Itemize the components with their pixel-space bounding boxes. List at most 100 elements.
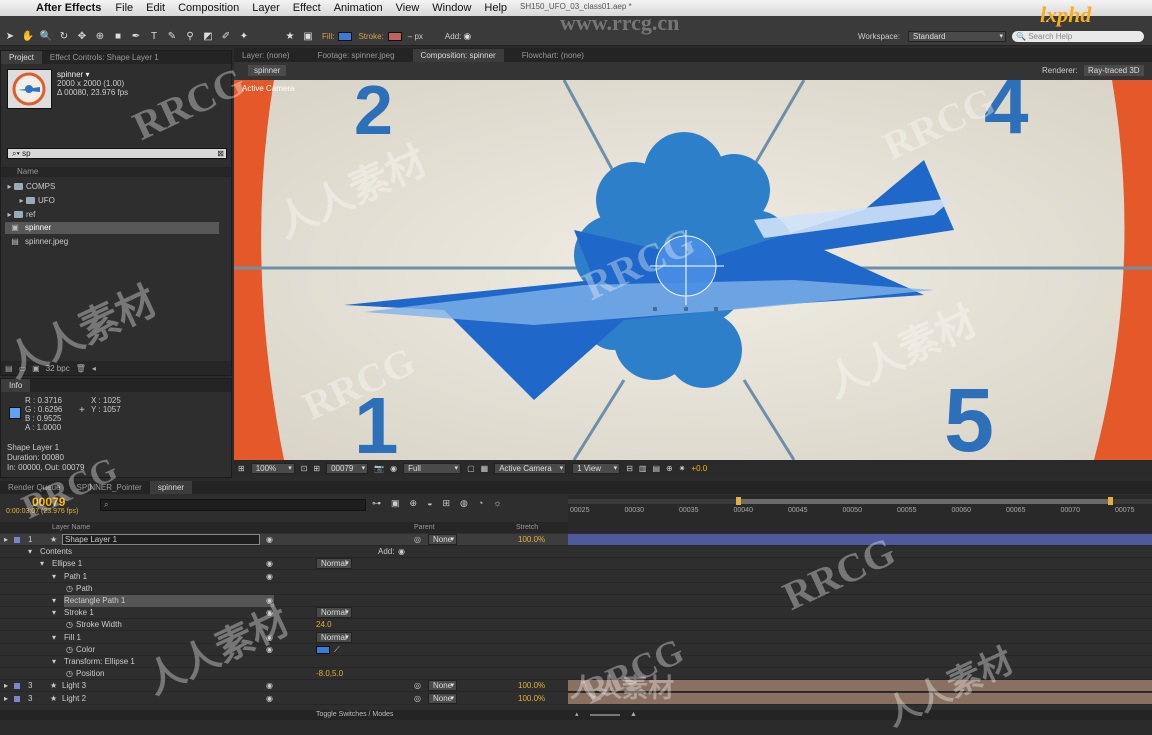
- zoom-tool-icon[interactable]: 🔍: [38, 30, 54, 44]
- work-area-end-handle[interactable]: [1108, 497, 1113, 505]
- parent-dropdown[interactable]: None: [428, 692, 458, 704]
- expand-arrow-icon[interactable]: ▸: [17, 195, 26, 207]
- brainstorm-icon[interactable]: ☼: [493, 498, 501, 509]
- flowchart-icon[interactable]: ⊕: [666, 464, 673, 473]
- visibility-eye-icon[interactable]: ◉: [266, 595, 273, 607]
- timeline-track[interactable]: [568, 692, 1152, 705]
- roto-brush-tool-icon[interactable]: ✐: [218, 30, 234, 44]
- time-ruler[interactable]: 00025 00030 00035 00040 00045 00050 00055 00060…: [568, 495, 1152, 533]
- tab-footage[interactable]: Footage: spinner.jpeg: [310, 49, 403, 62]
- clone-stamp-tool-icon[interactable]: ⚲: [182, 30, 198, 44]
- frame-blending-icon[interactable]: ⊞: [443, 498, 451, 509]
- timeline-track[interactable]: [568, 558, 1152, 571]
- stroke-width-value[interactable]: – px: [408, 32, 423, 41]
- row-label[interactable]: Shape Layer 1: [62, 534, 260, 545]
- property-row[interactable]: ▾ Stroke 1 ◉ Normal: [0, 607, 568, 620]
- menu-composition[interactable]: Composition: [178, 2, 239, 14]
- row-label[interactable]: Light 3: [62, 680, 86, 692]
- timeline-track[interactable]: [568, 643, 1152, 656]
- trash-icon[interactable]: 🗑: [76, 364, 86, 373]
- layer-row[interactable]: ▸ 3 ★ Light 2 ◉ ◎ None 100.0%: [0, 692, 568, 705]
- expand-arrow-icon[interactable]: ▾: [52, 571, 56, 583]
- work-area-range[interactable]: [738, 499, 1110, 504]
- menu-window[interactable]: Window: [432, 2, 471, 14]
- blend-mode-dropdown[interactable]: Normal: [316, 558, 352, 570]
- timeline-track[interactable]: [568, 619, 1152, 632]
- row-label[interactable]: Position: [76, 668, 104, 680]
- always-preview-icon[interactable]: ⊞: [238, 464, 245, 473]
- expand-arrow-icon[interactable]: ▾: [28, 546, 32, 558]
- exposure-value[interactable]: +0.0: [691, 464, 707, 473]
- rotate-tool-icon[interactable]: ↻: [56, 30, 72, 44]
- tab-info[interactable]: Info: [1, 379, 31, 392]
- property-row[interactable]: ▾ Ellipse 1 ◉ Normal: [0, 558, 568, 571]
- row-label[interactable]: Light 2: [62, 693, 86, 705]
- project-search-value[interactable]: sp: [22, 149, 30, 158]
- row-label[interactable]: Path: [76, 583, 92, 595]
- row-label[interactable]: Rectangle Path 1: [64, 595, 274, 607]
- zoom-out-icon[interactable]: ▴: [575, 710, 579, 720]
- renderer-dropdown[interactable]: Ray-traced 3D: [1084, 65, 1144, 76]
- parent-dropdown[interactable]: None: [428, 680, 458, 692]
- tab-layer[interactable]: Layer: (none): [234, 49, 298, 62]
- timeline-track[interactable]: [568, 607, 1152, 620]
- expand-arrow-icon[interactable]: ▸: [4, 693, 8, 705]
- transparency-grid-icon[interactable]: ▦: [481, 464, 489, 473]
- visibility-eye-icon[interactable]: ◉: [266, 607, 273, 619]
- property-row[interactable]: ▾ Transform: Ellipse 1: [0, 656, 568, 668]
- project-item-selected[interactable]: ▣ spinner: [5, 222, 219, 234]
- menu-effect[interactable]: Effect: [293, 2, 321, 14]
- property-row[interactable]: ▾ Path 1 ◉: [0, 571, 568, 583]
- comp-subtab[interactable]: spinner: [248, 65, 287, 76]
- visibility-eye-icon[interactable]: ◉: [266, 571, 273, 583]
- color-swatch[interactable]: [316, 645, 330, 654]
- row-label[interactable]: Transform: Ellipse 1: [64, 656, 135, 668]
- toggle-switches-modes-button[interactable]: Toggle Switches / Modes: [316, 710, 393, 720]
- expand-arrow-icon[interactable]: ▾: [52, 595, 56, 607]
- timeline-track[interactable]: [568, 546, 1152, 559]
- expand-arrow-icon[interactable]: ▸: [5, 209, 14, 221]
- draft-3d-icon[interactable]: ▣: [391, 498, 400, 509]
- menu-layer[interactable]: Layer: [252, 2, 280, 14]
- tab-flowchart[interactable]: Flowchart: (none): [514, 49, 592, 62]
- row-label[interactable]: Fill 1: [64, 632, 81, 644]
- selection-tool-icon[interactable]: ➤: [2, 30, 18, 44]
- menu-edit[interactable]: Edit: [146, 2, 165, 14]
- timeline-zoom-slider[interactable]: [590, 714, 620, 716]
- tab-render-queue[interactable]: Render Queue: [0, 481, 68, 494]
- row-label[interactable]: Stroke 1: [64, 607, 94, 619]
- region-of-interest-icon[interactable]: ▢: [467, 464, 475, 473]
- project-item[interactable]: ▤ spinner.jpeg: [5, 236, 229, 248]
- hand-tool-icon[interactable]: ✋: [20, 30, 36, 44]
- stretch-value[interactable]: 100.0%: [518, 693, 545, 705]
- timeline-track[interactable]: [568, 570, 1152, 583]
- expand-arrow-icon[interactable]: ▸: [4, 534, 8, 546]
- timeline-track[interactable]: [568, 656, 1152, 668]
- layer-row[interactable]: ▸ 3 ★ Light 3 ◉ ◎ None 100.0%: [0, 680, 568, 693]
- expand-arrow-icon[interactable]: ▾: [52, 607, 56, 619]
- bpc-value[interactable]: 32 bpc: [46, 364, 70, 373]
- row-label[interactable]: Color: [76, 644, 95, 656]
- mask-toggle-icon[interactable]: ⊞: [313, 464, 320, 473]
- brush-tool-icon[interactable]: ✎: [164, 30, 180, 44]
- graph-editor-icon[interactable]: ◔: [478, 498, 483, 509]
- property-row[interactable]: ▾ Contents Add: ◉: [0, 546, 568, 559]
- new-comp-icon[interactable]: ▣: [32, 364, 40, 373]
- column-layer-name[interactable]: Layer Name: [52, 522, 90, 533]
- project-item[interactable]: ▸ ref: [5, 209, 229, 221]
- menu-animation[interactable]: Animation: [334, 2, 383, 14]
- project-item[interactable]: ▸ COMPS: [5, 181, 229, 193]
- view-layout-dropdown[interactable]: 1 View: [572, 462, 621, 474]
- blend-mode-dropdown[interactable]: Normal: [316, 631, 352, 643]
- label-color-icon[interactable]: [14, 695, 20, 702]
- property-row[interactable]: ▾ Fill 1 ◉ Normal: [0, 631, 568, 644]
- type-tool-icon[interactable]: T: [146, 30, 162, 44]
- work-area-start-handle[interactable]: [736, 497, 741, 505]
- visibility-eye-icon[interactable]: ◉: [266, 644, 273, 656]
- pen-tool-icon[interactable]: ✒: [128, 30, 144, 44]
- row-label[interactable]: Stroke Width: [76, 619, 122, 631]
- project-search-field[interactable]: ⌕▾ sp ⊠: [7, 148, 227, 159]
- property-value[interactable]: -8.0,5.0: [316, 668, 343, 680]
- shy-icon[interactable]: ◒: [427, 498, 432, 509]
- visibility-eye-icon[interactable]: ◉: [266, 632, 273, 644]
